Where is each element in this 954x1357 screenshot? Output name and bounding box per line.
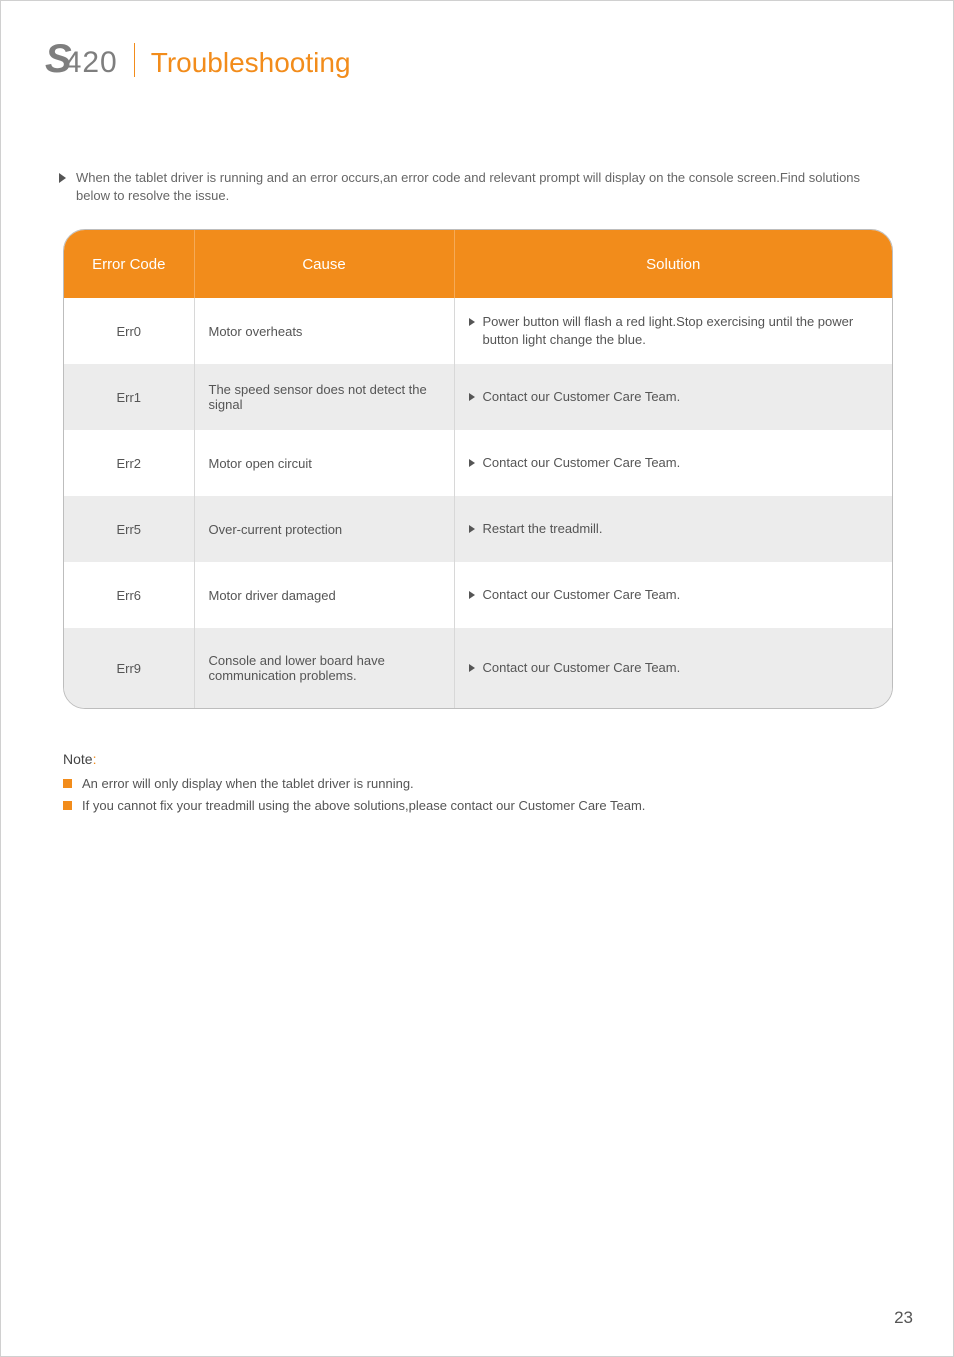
triangle-bullet-icon — [469, 591, 475, 599]
col-header-solution: Solution — [454, 230, 892, 298]
cell-cause: Motor overheats — [194, 298, 454, 364]
table-row: Err6 Motor driver damaged Contact our Cu… — [64, 562, 892, 628]
cell-code: Err9 — [64, 628, 194, 708]
solution-text: Contact our Customer Care Team. — [483, 586, 681, 604]
table-row: Err2 Motor open circuit Contact our Cust… — [64, 430, 892, 496]
cell-code: Err6 — [64, 562, 194, 628]
cell-cause: The speed sensor does not detect the sig… — [194, 364, 454, 430]
cell-solution: Restart the treadmill. — [454, 496, 892, 562]
section-title: Troubleshooting — [151, 47, 351, 79]
cell-solution: Contact our Customer Care Team. — [454, 364, 892, 430]
model-id: S420 — [45, 37, 118, 82]
cell-cause: Over-current protection — [194, 496, 454, 562]
col-header-code: Error Code — [64, 230, 194, 298]
cell-cause: Motor open circuit — [194, 430, 454, 496]
solution-text: Contact our Customer Care Team. — [483, 388, 681, 406]
header-divider — [134, 43, 135, 77]
cell-solution: Contact our Customer Care Team. — [454, 628, 892, 708]
solution-text: Contact our Customer Care Team. — [483, 659, 681, 677]
triangle-bullet-icon — [469, 459, 475, 467]
notes-header: Note: — [63, 751, 893, 767]
intro-paragraph: When the tablet driver is running and an… — [59, 169, 893, 205]
cell-code: Err5 — [64, 496, 194, 562]
cell-code: Err0 — [64, 298, 194, 364]
triangle-bullet-icon — [59, 173, 66, 183]
cell-solution: Contact our Customer Care Team. — [454, 562, 892, 628]
cell-solution: Contact our Customer Care Team. — [454, 430, 892, 496]
triangle-bullet-icon — [469, 318, 475, 326]
square-bullet-icon — [63, 801, 72, 810]
cell-solution: Power button will flash a red light.Stop… — [454, 298, 892, 364]
triangle-bullet-icon — [469, 393, 475, 401]
page-header: S420 Troubleshooting — [45, 37, 351, 82]
note-item: An error will only display when the tabl… — [63, 775, 893, 793]
solution-text: Power button will flash a red light.Stop… — [483, 313, 879, 348]
notes-header-colon: : — [93, 751, 97, 767]
table-row: Err0 Motor overheats Power button will f… — [64, 298, 892, 364]
note-text: If you cannot fix your treadmill using t… — [82, 797, 645, 815]
error-table-container: Error Code Cause Solution Err0 Motor ove… — [63, 229, 893, 709]
cell-cause: Console and lower board have communicati… — [194, 628, 454, 708]
triangle-bullet-icon — [469, 664, 475, 672]
document-page: S420 Troubleshooting When the tablet dri… — [0, 0, 954, 1357]
cell-cause: Motor driver damaged — [194, 562, 454, 628]
note-text: An error will only display when the tabl… — [82, 775, 414, 793]
notes-header-text: Note — [63, 751, 93, 767]
table-row: Err9 Console and lower board have commun… — [64, 628, 892, 708]
model-number: 420 — [65, 46, 118, 79]
table-row: Err1 The speed sensor does not detect th… — [64, 364, 892, 430]
intro-text: When the tablet driver is running and an… — [76, 169, 893, 205]
notes-section: Note: An error will only display when th… — [63, 751, 893, 819]
page-number: 23 — [894, 1308, 913, 1328]
cell-code: Err2 — [64, 430, 194, 496]
error-table: Error Code Cause Solution Err0 Motor ove… — [64, 230, 892, 708]
cell-code: Err1 — [64, 364, 194, 430]
solution-text: Restart the treadmill. — [483, 520, 603, 538]
triangle-bullet-icon — [469, 525, 475, 533]
table-row: Err5 Over-current protection Restart the… — [64, 496, 892, 562]
col-header-cause: Cause — [194, 230, 454, 298]
note-item: If you cannot fix your treadmill using t… — [63, 797, 893, 815]
solution-text: Contact our Customer Care Team. — [483, 454, 681, 472]
table-header-row: Error Code Cause Solution — [64, 230, 892, 298]
square-bullet-icon — [63, 779, 72, 788]
